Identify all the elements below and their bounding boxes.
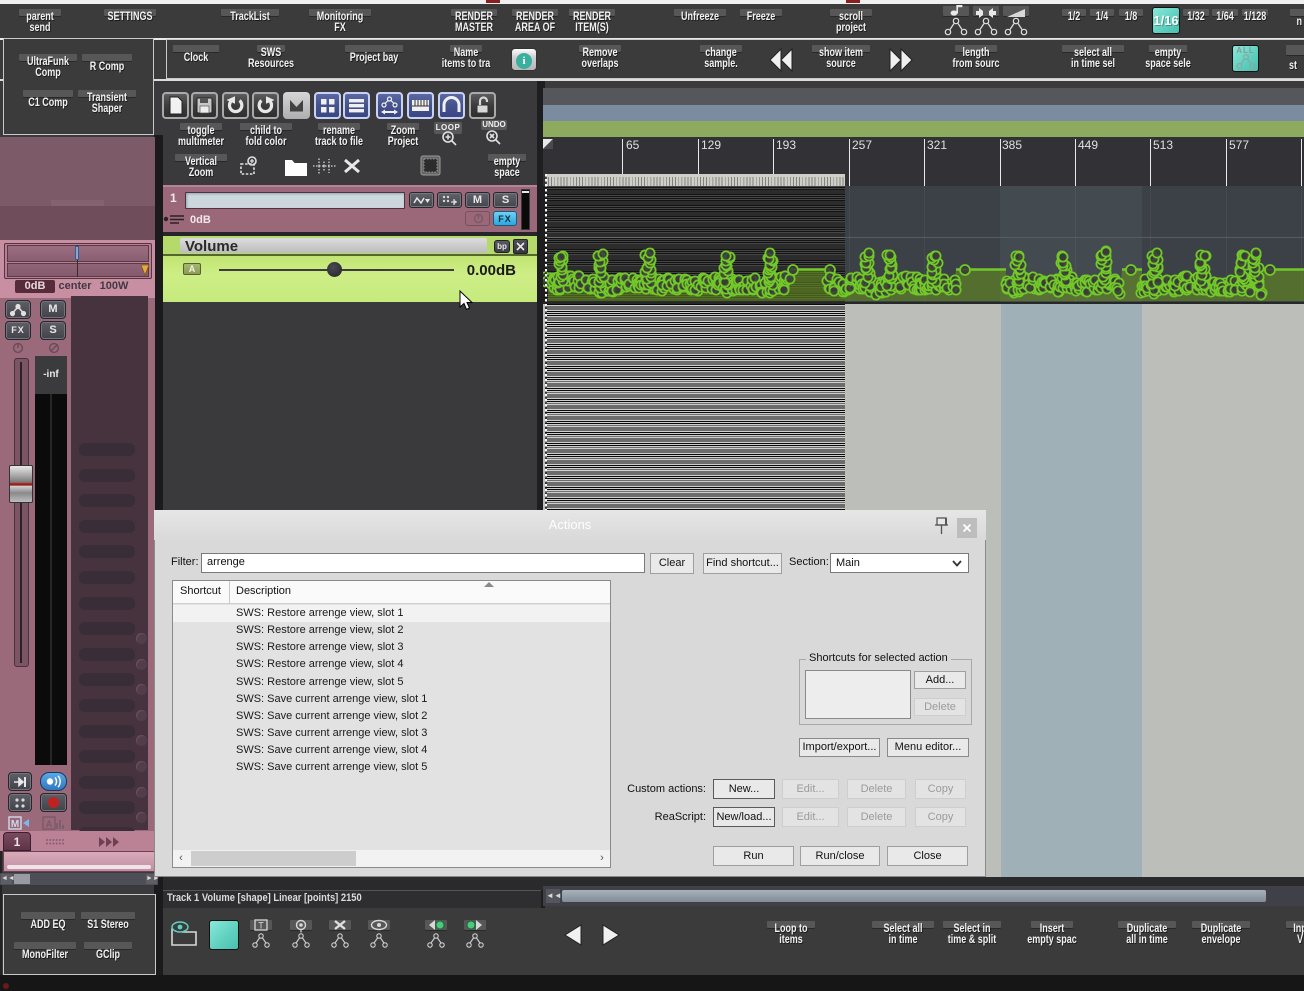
svg-text:T: T [258,921,264,931]
svg-text:A: A [46,819,53,829]
svg-text:M: M [11,819,19,830]
